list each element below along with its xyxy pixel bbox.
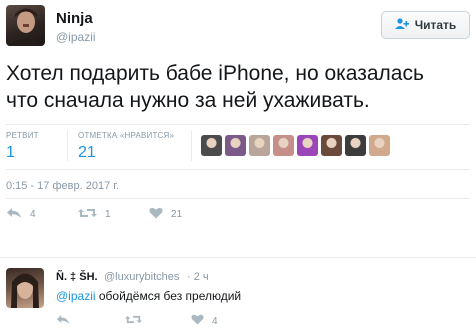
retweet-action[interactable]: 1 (78, 207, 111, 222)
stats-divider-2 (191, 131, 192, 161)
actions-top-divider (6, 198, 470, 199)
reply-like-action[interactable]: 4 (191, 314, 218, 328)
reply-author-name[interactable]: Ñ. ‡ ŠH. (56, 271, 98, 283)
retweet-icon (125, 314, 142, 328)
reply-like-count: 4 (212, 315, 218, 327)
retweets-count[interactable]: 1 (6, 144, 15, 162)
reply-action[interactable]: 4 (6, 207, 36, 222)
reply-mention[interactable]: @ipazii (56, 289, 96, 303)
liker-2-avatar[interactable] (225, 135, 246, 156)
heart-icon (191, 314, 204, 328)
liker-avatars (201, 135, 390, 156)
reply-count: 4 (30, 209, 36, 220)
stats-top-divider (6, 124, 470, 125)
follow-label: Читать (414, 18, 457, 32)
likes-count[interactable]: 21 (78, 144, 96, 162)
reply-retweet-action[interactable] (125, 314, 150, 328)
like-action[interactable]: 21 (149, 207, 182, 222)
stats-divider-1 (67, 131, 68, 161)
reply-section-divider (0, 257, 476, 258)
retweet-count: 1 (105, 209, 111, 220)
heart-icon (149, 207, 163, 222)
liker-7-avatar[interactable] (345, 135, 366, 156)
follow-person-icon (394, 17, 410, 33)
reply-author-handle[interactable]: @luxurybitches (104, 271, 179, 283)
tweet-text: Хотел подарить бабе iPhone, но оказалась… (6, 62, 424, 112)
reply-time[interactable]: · 2 ч (187, 271, 209, 283)
liker-1-avatar[interactable] (201, 135, 222, 156)
liker-3-avatar[interactable] (249, 135, 270, 156)
reply-icon (6, 207, 22, 222)
liker-4-avatar[interactable] (273, 135, 294, 156)
author-name[interactable]: Ninja (56, 10, 93, 27)
author-avatar[interactable] (6, 5, 45, 46)
retweets-label[interactable]: РЕТВИТ (6, 131, 39, 140)
stats-bottom-divider (6, 169, 470, 170)
reply-body: обойдёмся без прелюдий (95, 289, 242, 303)
author-handle[interactable]: @ipazii (56, 30, 96, 44)
reply-reply-action[interactable] (56, 314, 78, 328)
follow-button[interactable]: Читать (381, 11, 470, 39)
like-count: 21 (171, 209, 183, 220)
likes-label[interactable]: ОТМЕТКА «НРАВИТСЯ» (78, 131, 174, 140)
liker-8-avatar[interactable] (369, 135, 390, 156)
reply-icon (56, 314, 70, 328)
retweet-icon (78, 207, 97, 222)
tweet-timestamp[interactable]: 0:15 - 17 февр. 2017 г. (6, 180, 119, 192)
liker-6-avatar[interactable] (321, 135, 342, 156)
reply-text: @ipazii обойдёмся без прелюдий (56, 289, 241, 303)
liker-5-avatar[interactable] (297, 135, 318, 156)
reply-author-avatar[interactable] (6, 268, 44, 308)
